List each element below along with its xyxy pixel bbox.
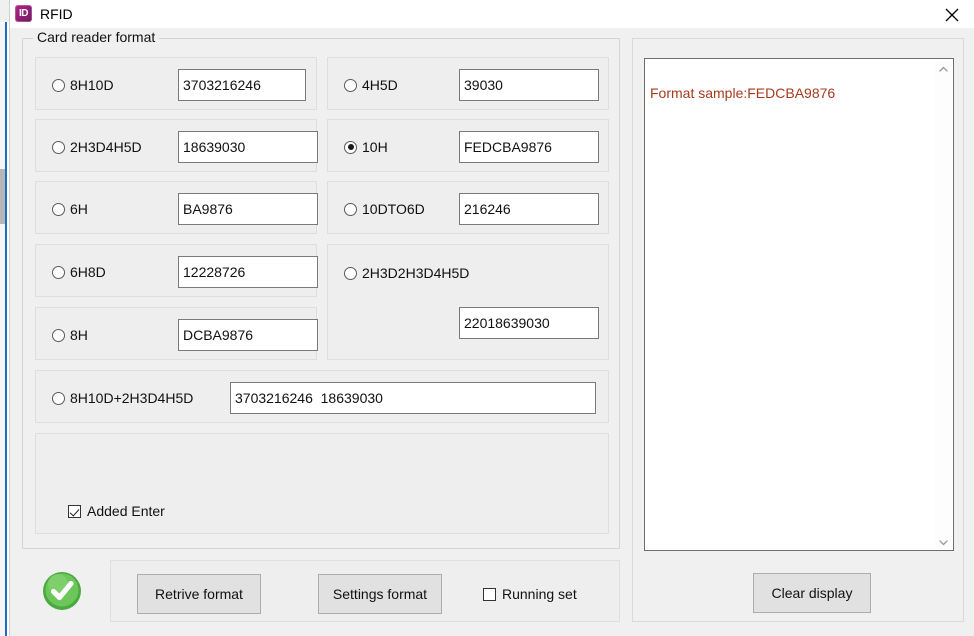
- running-set-checkbox[interactable]: [483, 587, 496, 601]
- display-output-text: Format sample:FEDCBA9876: [650, 85, 836, 101]
- chevron-up-icon[interactable]: [935, 60, 952, 77]
- input-4h5d[interactable]: 39030: [459, 69, 599, 101]
- radio-row-8h[interactable]: 8H: [52, 327, 88, 343]
- input-8h10d[interactable]: 3703216246: [178, 69, 306, 101]
- radio-label-2h3d2h3d4h5d: 2H3D2H3D4H5D: [362, 265, 470, 281]
- radio-label-8h: 8H: [70, 327, 88, 343]
- radio-10h[interactable]: [344, 140, 357, 154]
- input-8h[interactable]: DCBA9876: [178, 319, 318, 351]
- radio-label-4h5d: 4H5D: [362, 77, 398, 93]
- chevron-down-icon[interactable]: [935, 534, 952, 550]
- input-2h3d2h3d4h5d[interactable]: 22018639030: [459, 307, 599, 339]
- input-10dto6d[interactable]: 216246: [459, 193, 599, 225]
- running-set-row[interactable]: Running set: [483, 586, 577, 602]
- background-window-scrollbar[interactable]: [0, 24, 5, 636]
- format-panel-6h: 6H BA9876: [35, 181, 318, 234]
- radio-label-10dto6d: 10DTO6D: [362, 201, 425, 217]
- radio-row-10dto6d[interactable]: 10DTO6D: [344, 201, 425, 217]
- input-8h10d-plus-2h3d4h5d[interactable]: 3703216246 18639030: [230, 382, 596, 414]
- radio-6h[interactable]: [52, 202, 65, 216]
- radio-2h3d4h5d[interactable]: [52, 140, 65, 154]
- format-panel-8h10d: 8H10D 3703216246: [35, 57, 317, 110]
- radio-label-8h10d: 8H10D: [70, 77, 114, 93]
- radio-8h10d[interactable]: [52, 78, 65, 92]
- radio-label-8h10d-plus-2h3d4h5d: 8H10D+2H3D4H5D: [70, 390, 194, 406]
- added-enter-row[interactable]: Added Enter: [68, 503, 165, 519]
- format-panel-10h: 10H FEDCBA9876: [327, 119, 609, 172]
- green-check-icon: [42, 571, 82, 611]
- title-bar: ID RFID: [10, 0, 974, 28]
- display-output-area[interactable]: Format sample:FEDCBA9876: [644, 58, 954, 551]
- input-2h3d4h5d[interactable]: 18639030: [178, 131, 318, 163]
- radio-4h5d[interactable]: [344, 78, 357, 92]
- radio-label-2h3d4h5d: 2H3D4H5D: [70, 139, 142, 155]
- added-enter-checkbox[interactable]: [68, 504, 81, 518]
- input-6h[interactable]: BA9876: [178, 193, 318, 225]
- radio-label-6h8d: 6H8D: [70, 264, 106, 280]
- radio-8h10d-plus-2h3d4h5d[interactable]: [52, 391, 65, 405]
- radio-label-6h: 6H: [70, 201, 88, 217]
- radio-8h[interactable]: [52, 328, 65, 342]
- radio-row-2h3d2h3d4h5d[interactable]: 2H3D2H3D4H5D: [344, 265, 469, 281]
- radio-6h8d[interactable]: [52, 265, 65, 279]
- running-set-label: Running set: [502, 586, 577, 602]
- window-title: RFID: [40, 6, 73, 22]
- close-button[interactable]: [929, 0, 974, 28]
- display-group: Format sample:FEDCBA9876 Clear display: [632, 38, 964, 622]
- display-scrollbar[interactable]: [935, 60, 952, 550]
- format-panel-10dto6d: 10DTO6D 216246: [327, 181, 609, 234]
- card-reader-format-group: Card reader format 8H10D 3703216246 2H3D…: [22, 29, 620, 549]
- radio-row-8h10d-plus-2h3d4h5d[interactable]: 8H10D+2H3D4H5D: [52, 390, 193, 406]
- action-panel: Retrive format Settings format Running s…: [110, 560, 620, 622]
- input-10h[interactable]: FEDCBA9876: [459, 131, 599, 163]
- format-panel-8h: 8H DCBA9876: [35, 307, 318, 360]
- added-enter-panel: Added Enter: [35, 433, 609, 534]
- app-icon-text: ID: [19, 8, 29, 19]
- clear-display-button[interactable]: Clear display: [753, 573, 871, 613]
- radio-row-2h3d4h5d[interactable]: 2H3D4H5D: [52, 139, 142, 155]
- radio-row-8h10d[interactable]: 8H10D: [52, 77, 114, 93]
- radio-10dto6d[interactable]: [344, 202, 357, 216]
- retrive-format-button[interactable]: Retrive format: [137, 574, 261, 614]
- background-window-scrollbar-thumb[interactable]: [0, 169, 5, 224]
- radio-row-4h5d[interactable]: 4H5D: [344, 77, 398, 93]
- format-panel-2h3d4h5d: 2H3D4H5D 18639030: [35, 119, 318, 172]
- radio-label-10h: 10H: [362, 139, 388, 155]
- id-badge-icon: ID: [15, 5, 32, 22]
- added-enter-label: Added Enter: [87, 503, 165, 519]
- radio-row-6h[interactable]: 6H: [52, 201, 88, 217]
- radio-row-10h[interactable]: 10H: [344, 139, 388, 155]
- close-icon: [945, 8, 959, 22]
- card-reader-format-legend: Card reader format: [33, 29, 160, 45]
- radio-2h3d2h3d4h5d[interactable]: [344, 266, 357, 280]
- format-panel-2h3d2h3d4h5d: 2H3D2H3D4H5D 22018639030: [327, 244, 609, 360]
- format-panel-4h5d: 4H5D 39030: [327, 57, 609, 110]
- format-panel-6h8d: 6H8D 12228726: [35, 244, 318, 297]
- background-window-rule-left: [5, 22, 7, 636]
- format-panel-8h10d-plus-2h3d4h5d: 8H10D+2H3D4H5D 3703216246 18639030: [35, 370, 609, 423]
- radio-row-6h8d[interactable]: 6H8D: [52, 264, 106, 280]
- rfid-window: ID RFID Card reader format 8H10D 3703216…: [9, 0, 974, 636]
- input-6h8d[interactable]: 12228726: [178, 256, 318, 288]
- settings-format-button[interactable]: Settings format: [318, 574, 442, 614]
